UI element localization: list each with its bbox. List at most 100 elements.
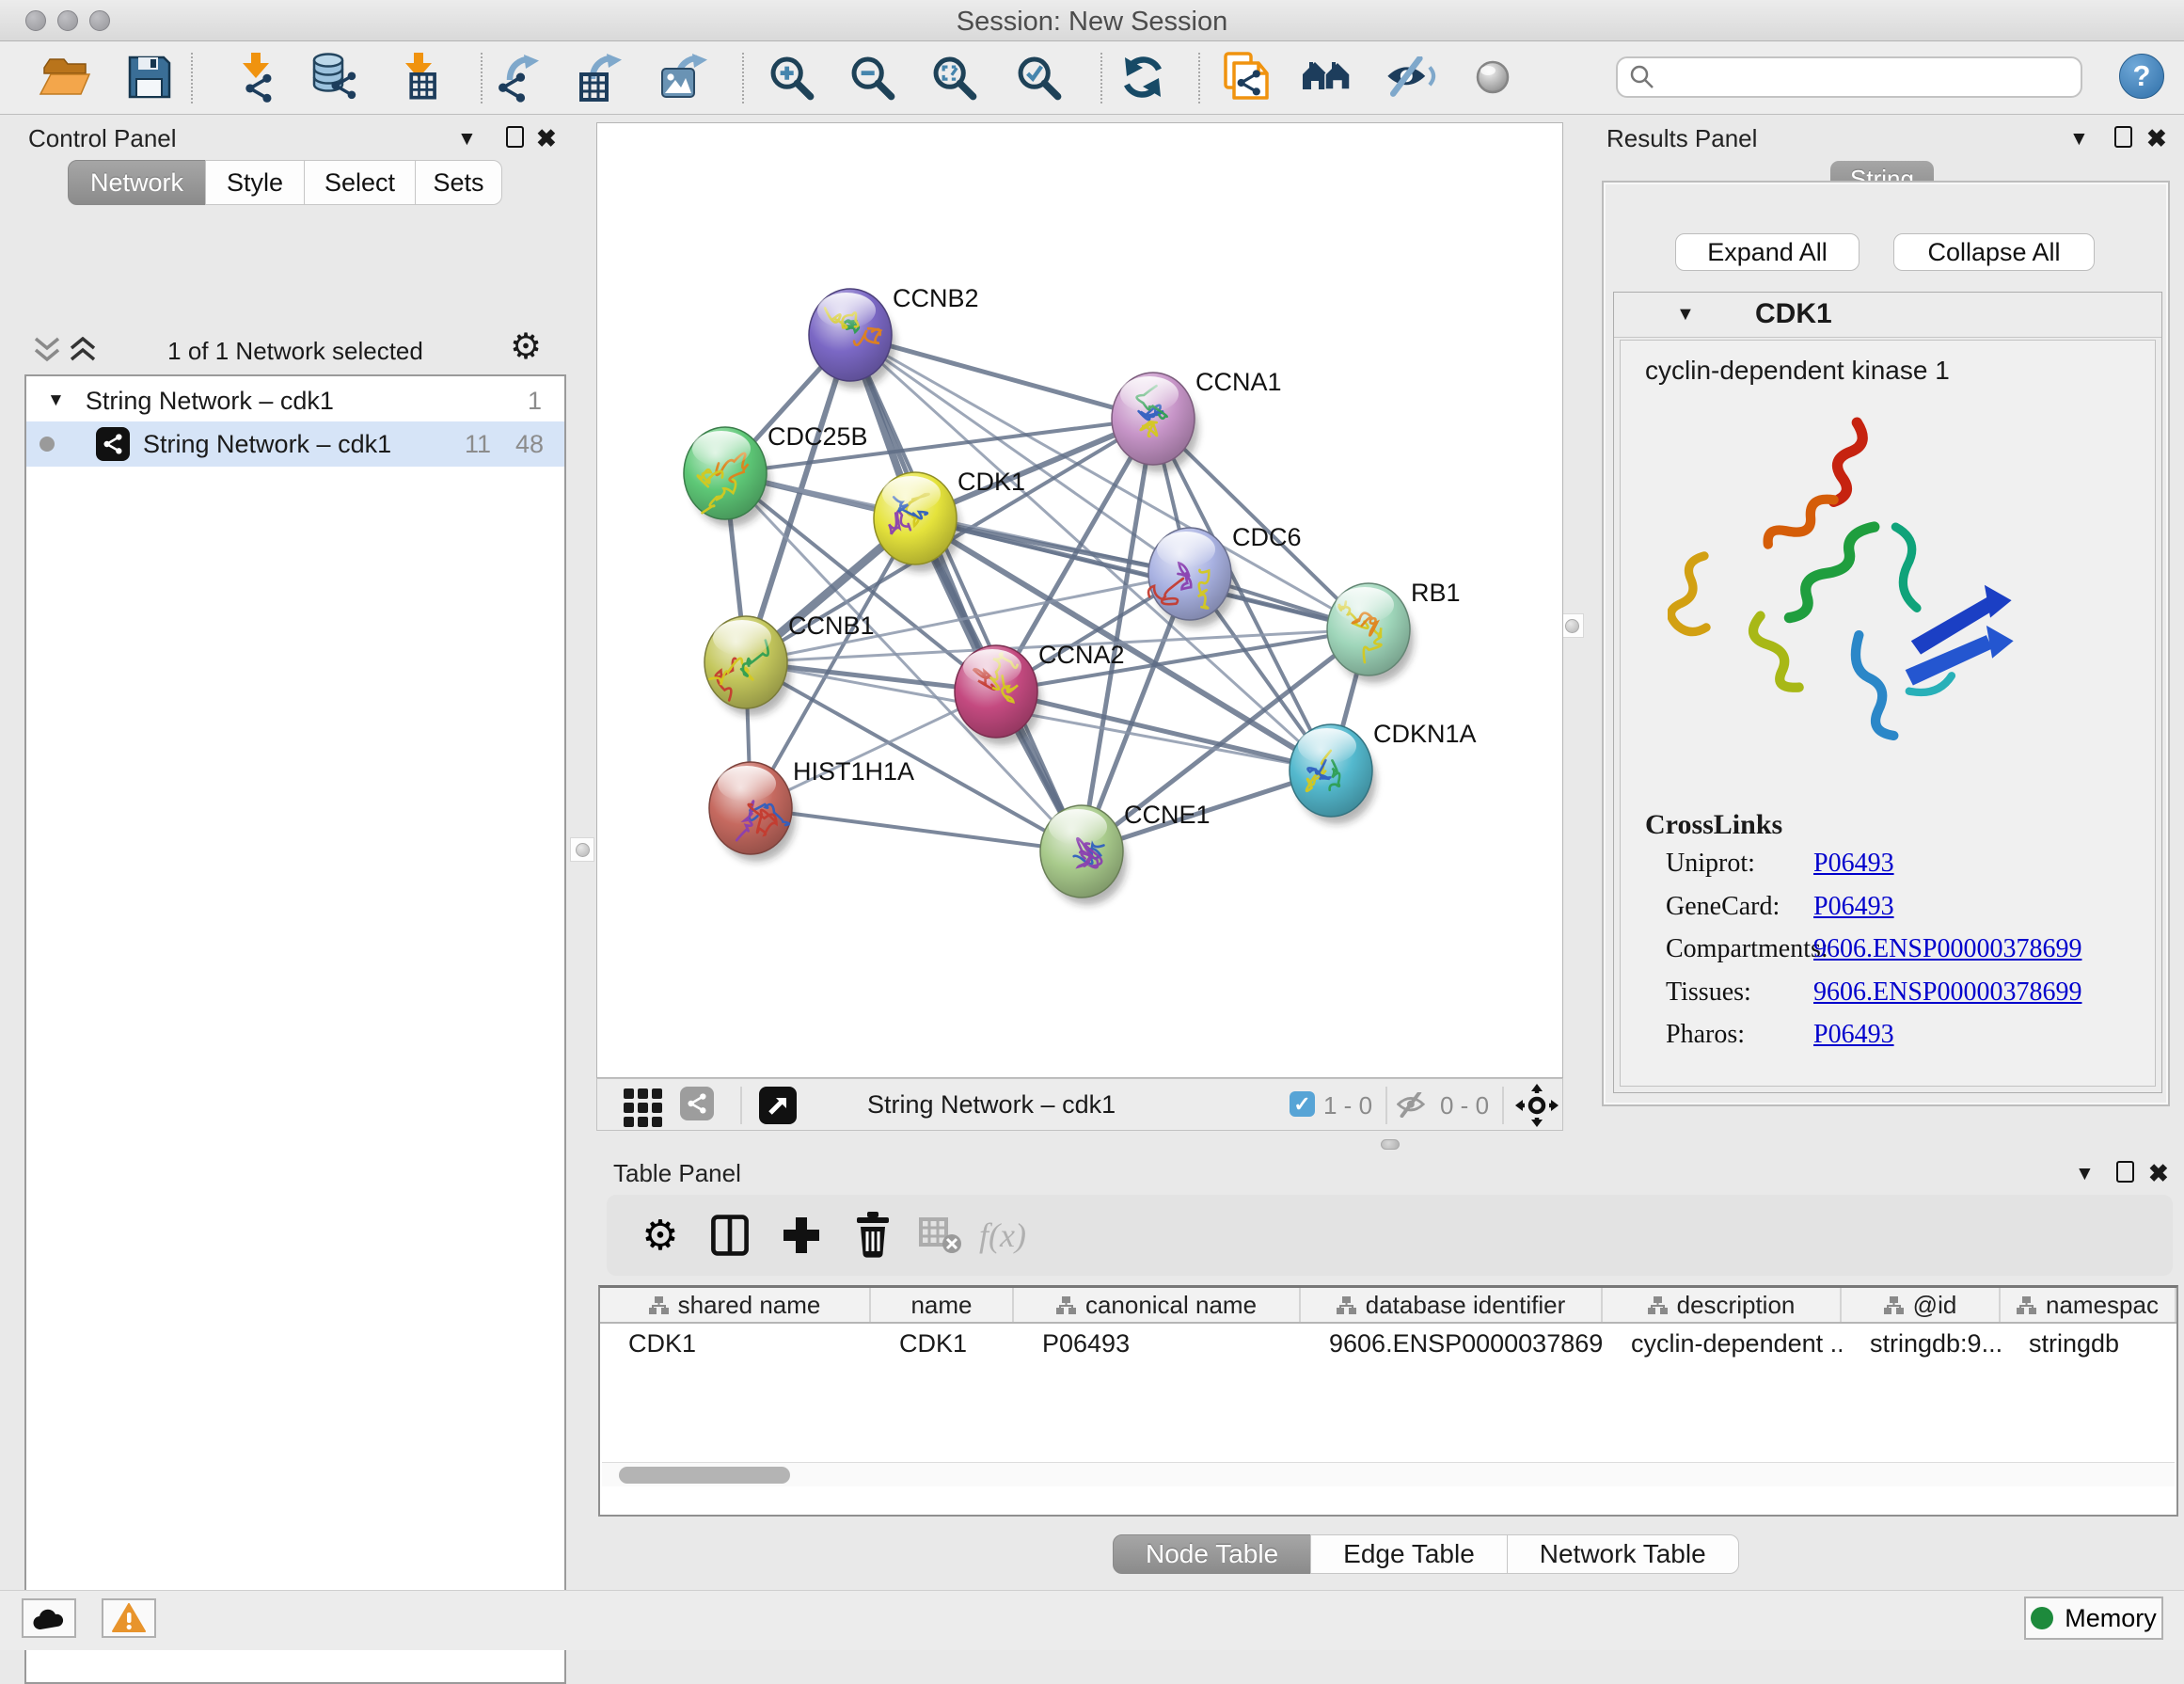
column-header-canonical-name[interactable]: canonical name: [1014, 1288, 1301, 1322]
network-collection-row[interactable]: ▼ String Network – cdk1 1: [26, 380, 564, 421]
gear-icon: ⚙: [641, 1212, 678, 1260]
panel-menu-button[interactable]: ▼: [2069, 128, 2089, 151]
cloud-button[interactable]: [22, 1598, 76, 1638]
panel-menu-button[interactable]: ▼: [2075, 1163, 2095, 1185]
network-share-icon[interactable]: [680, 1087, 714, 1120]
column-type-icon: [649, 1296, 669, 1314]
pan-crosshair-icon[interactable]: [1515, 1084, 1559, 1127]
zoom-in-icon: [767, 53, 815, 102]
grid-view-icon[interactable]: [624, 1088, 662, 1127]
detach-view-icon[interactable]: [759, 1087, 797, 1124]
node-CDC25B[interactable]: CDC25B: [684, 422, 868, 527]
horizontal-splitter-grip[interactable]: [1381, 1139, 1400, 1150]
node-CDKN1A[interactable]: CDKN1A: [1290, 720, 1477, 824]
crosslink-label: Uniprot:: [1666, 849, 1755, 879]
gear-icon[interactable]: ⚙: [510, 326, 542, 368]
panel-close-button[interactable]: ✖: [2146, 124, 2167, 153]
column-header-namespac[interactable]: namespac: [2001, 1288, 2176, 1322]
help-button[interactable]: ?: [2119, 54, 2164, 99]
hide-selected-button[interactable]: [1384, 50, 1438, 104]
crosslink-link[interactable]: 9606.ENSP00000378699: [1813, 934, 2081, 964]
show-all-button[interactable]: [1465, 50, 1520, 104]
zoom-in-button[interactable]: [764, 50, 818, 104]
crosslink-label: Pharos:: [1666, 1020, 1745, 1050]
table-toolbar: ⚙ f(x): [607, 1195, 2173, 1276]
crosslink-link[interactable]: P06493: [1813, 892, 1894, 922]
apply-layout-button[interactable]: [1116, 50, 1170, 104]
export-table-button[interactable]: [573, 50, 627, 104]
tab-edge-table[interactable]: Edge Table: [1310, 1534, 1508, 1574]
expand-all-button[interactable]: Expand All: [1675, 233, 1860, 271]
save-session-button[interactable]: [122, 50, 177, 104]
crosslink-link[interactable]: 9606.ENSP00000378699: [1813, 977, 2081, 1008]
database-icon: [309, 51, 361, 103]
export-image-button[interactable]: [657, 50, 711, 104]
panel-float-button[interactable]: [2114, 126, 2132, 152]
network-row-selected[interactable]: String Network – cdk1 11 48: [26, 421, 564, 467]
table-hscrollbar[interactable]: [602, 1462, 2175, 1486]
node-RB1[interactable]: RB1: [1327, 579, 1461, 683]
tab-sets[interactable]: Sets: [415, 160, 502, 205]
tab-style[interactable]: Style: [205, 160, 305, 205]
clone-network-button[interactable]: [1217, 50, 1272, 104]
hscroll-thumb[interactable]: [619, 1467, 790, 1484]
column-header-description[interactable]: description: [1603, 1288, 1842, 1322]
table-cell: P06493: [1014, 1324, 1301, 1363]
network-canvas[interactable]: CCNB2CCNA1CDC25BCDK1CDC6RB1CCNB1CCNA2CDK…: [596, 122, 1563, 1078]
crosslink-link[interactable]: P06493: [1813, 1020, 1894, 1050]
panel-close-button[interactable]: ✖: [2148, 1159, 2169, 1188]
zoom-fit-button[interactable]: [926, 50, 981, 104]
houses-button[interactable]: [1301, 50, 1355, 104]
column-header--id[interactable]: @id: [1842, 1288, 2001, 1322]
selected-nodes-checkbox[interactable]: ✓: [1290, 1091, 1315, 1117]
table-row[interactable]: CDK1CDK1P064939606.ENSP00000378699cyclin…: [600, 1324, 2176, 1363]
table-gear-button[interactable]: ⚙: [633, 1208, 688, 1263]
gene-section-header[interactable]: ▼ CDK1: [1614, 293, 2161, 338]
node-CDC6[interactable]: CDC6: [1148, 523, 1302, 628]
column-type-icon: [1884, 1296, 1904, 1314]
left-splitter-grip[interactable]: [570, 837, 594, 862]
collapse-all-button[interactable]: Collapse All: [1893, 233, 2095, 271]
column-header-shared-name[interactable]: shared name: [600, 1288, 871, 1322]
import-network-button[interactable]: [229, 50, 283, 104]
node-CDK1[interactable]: CDK1: [874, 468, 1025, 572]
panel-float-button[interactable]: [2116, 1161, 2134, 1187]
network-row-label: String Network – cdk1: [143, 430, 391, 459]
panel-float-button[interactable]: [506, 126, 524, 152]
crosslink-row: Uniprot: P06493: [1621, 849, 2155, 892]
edge-HIST1H1A-CCNE1[interactable]: [751, 808, 1082, 851]
import-table-button[interactable]: [391, 50, 446, 104]
column-header-name[interactable]: name: [871, 1288, 1014, 1322]
collapse-triangle-icon[interactable]: ▼: [47, 390, 65, 411]
node-label-CCNA2: CCNA2: [1038, 641, 1125, 669]
node-CCNE1[interactable]: CCNE1: [1040, 801, 1211, 905]
window-title: Session: New Session: [0, 7, 2184, 38]
tab-network-table[interactable]: Network Table: [1507, 1534, 1739, 1574]
crosslink-link[interactable]: P06493: [1813, 849, 1894, 879]
panel-close-button[interactable]: ✖: [536, 124, 557, 153]
node-CCNA2[interactable]: CCNA2: [955, 641, 1125, 745]
import-network-from-database-button[interactable]: [308, 50, 362, 104]
node-CCNA1[interactable]: CCNA1: [1112, 368, 1282, 472]
search-input[interactable]: [1663, 60, 2081, 94]
tab-node-table[interactable]: Node Table: [1113, 1534, 1311, 1574]
warning-button[interactable]: [102, 1598, 156, 1638]
tab-select[interactable]: Select: [304, 160, 416, 205]
memory-button[interactable]: Memory: [2024, 1597, 2163, 1640]
delete-column-button[interactable]: [846, 1208, 900, 1263]
toolbar-search: [1616, 56, 2082, 98]
node-CCNB1[interactable]: CCNB1: [704, 612, 875, 716]
export-network-button[interactable]: [492, 50, 546, 104]
node-HIST1H1A[interactable]: HIST1H1A: [709, 757, 914, 862]
selected-counter: 1 - 0: [1323, 1091, 1372, 1120]
export-network-icon: [493, 51, 546, 103]
create-column-button[interactable]: [774, 1208, 829, 1263]
column-header-database-identifier[interactable]: database identifier: [1301, 1288, 1603, 1322]
section-collapse-icon[interactable]: ▼: [1676, 304, 1695, 326]
show-columns-button[interactable]: [703, 1208, 757, 1263]
zoom-out-button[interactable]: [845, 50, 899, 104]
zoom-selected-button[interactable]: [1011, 50, 1066, 104]
open-session-button[interactable]: [38, 50, 92, 104]
panel-menu-button[interactable]: ▼: [457, 128, 477, 151]
tab-network[interactable]: Network: [68, 160, 206, 205]
